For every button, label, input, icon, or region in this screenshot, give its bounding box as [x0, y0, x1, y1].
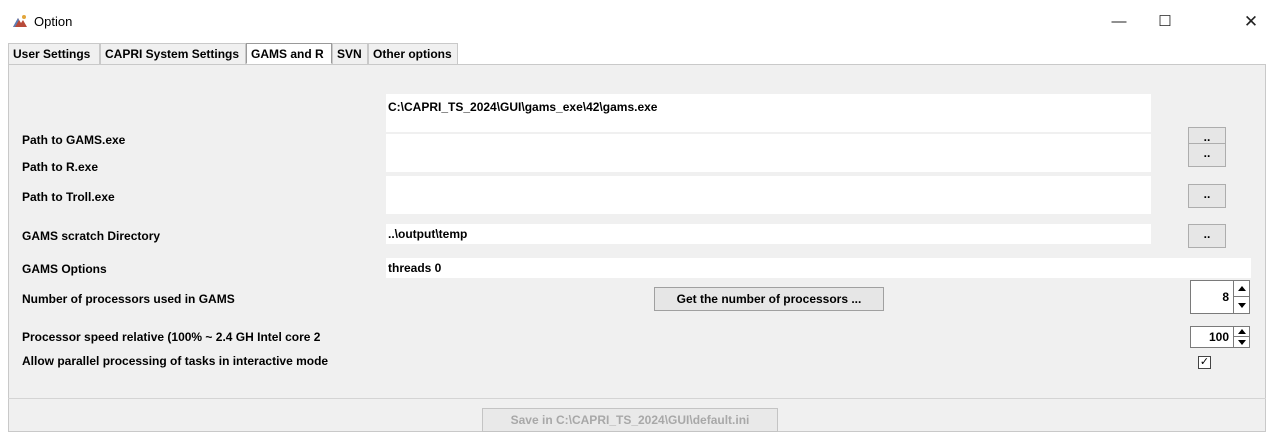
scratch-dir-field[interactable]: ..\output\temp: [386, 224, 1151, 244]
r-path-field[interactable]: [386, 134, 1151, 172]
r-path-browse-button[interactable]: ..: [1188, 143, 1226, 167]
arrow-up-icon: [1237, 329, 1246, 334]
tab-user-settings[interactable]: User Settings: [8, 43, 100, 64]
processor-speed-down-button[interactable]: [1234, 337, 1249, 347]
scratch-dir-label: GAMS scratch Directory: [22, 229, 161, 243]
save-button[interactable]: Save in C:\CAPRI_TS_2024\GUI\default.ini: [482, 408, 778, 432]
window-title: Option: [34, 14, 73, 29]
close-button[interactable]: ✕: [1228, 8, 1274, 36]
arrow-down-icon: [1237, 339, 1246, 345]
title-bar: Option — ☐ ✕: [0, 0, 1275, 40]
num-processors-spinner[interactable]: 8: [1190, 280, 1250, 314]
scratch-dir-browse-button[interactable]: ..: [1188, 224, 1226, 248]
gams-path-label: Path to GAMS.exe: [22, 133, 126, 147]
r-path-label: Path to R.exe: [22, 160, 99, 174]
gams-options-field[interactable]: threads 0: [386, 258, 1251, 278]
tab-other-options[interactable]: Other options: [368, 43, 458, 64]
num-processors-value: 8: [1222, 290, 1229, 304]
num-processors-arrows: [1233, 281, 1249, 313]
processor-speed-label: Processor speed relative (100% ~ 2.4 GH …: [22, 330, 321, 344]
maximize-button[interactable]: ☐: [1142, 8, 1188, 36]
troll-path-field[interactable]: [386, 176, 1151, 214]
app-icon: [12, 14, 28, 28]
arrow-up-icon: [1237, 286, 1246, 291]
processor-speed-value: 100: [1208, 330, 1229, 344]
get-processors-button[interactable]: Get the number of processors ...: [654, 287, 884, 311]
troll-path-label: Path to Troll.exe: [22, 190, 115, 204]
tab-gams-and-r[interactable]: GAMS and R: [246, 43, 332, 64]
gams-path-field[interactable]: C:\CAPRI_TS_2024\GUI\gams_exe\42\gams.ex…: [386, 94, 1151, 132]
tab-capri-system-settings[interactable]: CAPRI System Settings: [100, 43, 246, 64]
troll-path-browse-button[interactable]: ..: [1188, 184, 1226, 208]
num-processors-label: Number of processors used in GAMS: [22, 292, 235, 306]
num-processors-down-button[interactable]: [1234, 297, 1249, 313]
num-processors-up-button[interactable]: [1234, 281, 1249, 297]
tab-svn[interactable]: SVN: [332, 43, 368, 64]
footer-divider: [8, 398, 1266, 399]
gams-options-label: GAMS Options: [22, 262, 107, 276]
check-icon: ✓: [1199, 356, 1210, 368]
processor-speed-spinner[interactable]: 100: [1190, 326, 1250, 348]
minimize-button[interactable]: —: [1096, 8, 1142, 36]
processor-speed-up-button[interactable]: [1234, 327, 1249, 337]
arrow-down-icon: [1237, 302, 1246, 308]
parallel-checkbox[interactable]: ✓: [1198, 356, 1211, 369]
processor-speed-arrows: [1233, 327, 1249, 347]
parallel-label: Allow parallel processing of tasks in in…: [22, 354, 329, 368]
